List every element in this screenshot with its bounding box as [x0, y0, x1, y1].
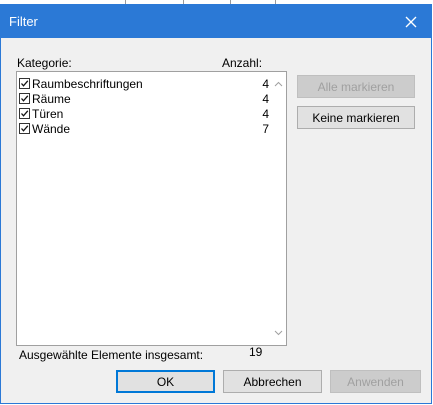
ok-button[interactable]: OK	[116, 370, 215, 393]
scroll-down-button[interactable]	[270, 325, 286, 341]
check-none-button[interactable]: Keine markieren	[297, 106, 415, 129]
cancel-button[interactable]: Abbrechen	[223, 370, 322, 393]
category-list-item[interactable]: Wände 7	[19, 121, 269, 136]
filter-dialog: Filter Kategorie: Anzahl: Raumbeschriftu…	[0, 4, 432, 404]
category-checkbox[interactable]	[19, 108, 30, 119]
count-header: Anzahl:	[222, 56, 263, 70]
category-count: 4	[262, 106, 269, 121]
total-value: 19	[249, 345, 263, 359]
category-list-item[interactable]: Raumbeschriftungen 4	[19, 76, 269, 91]
category-count: 4	[262, 76, 269, 91]
apply-button[interactable]: Anwenden	[330, 370, 421, 393]
category-list[interactable]: Raumbeschriftungen 4 Räume 4 Türen 4 Wände 7	[16, 71, 287, 346]
close-icon	[405, 16, 417, 27]
chevron-down-icon	[274, 330, 282, 336]
category-name: Raumbeschriftungen	[32, 76, 143, 91]
category-checkbox[interactable]	[19, 123, 30, 134]
check-all-button[interactable]: Alle markieren	[297, 75, 415, 98]
category-count: 7	[262, 121, 269, 136]
category-name: Wände	[32, 121, 71, 136]
checkmark-icon	[21, 80, 29, 87]
category-list-item[interactable]: Türen 4	[19, 106, 269, 121]
window-title: Filter	[9, 14, 38, 29]
chevron-up-icon	[274, 81, 282, 87]
scroll-up-button[interactable]	[270, 76, 286, 92]
category-name: Türen	[32, 106, 64, 121]
checkmark-icon	[21, 95, 29, 102]
checkmark-icon	[21, 110, 29, 117]
category-name: Räume	[32, 91, 71, 106]
checkmark-icon	[21, 125, 29, 132]
category-checkbox[interactable]	[19, 78, 30, 89]
title-bar[interactable]: Filter	[1, 5, 431, 38]
close-button[interactable]	[391, 5, 431, 38]
total-label: Ausgewählte Elemente insgesamt:	[19, 348, 204, 362]
list-scrollbar[interactable]	[270, 72, 286, 345]
category-header: Kategorie:	[17, 56, 72, 70]
category-checkbox[interactable]	[19, 93, 30, 104]
category-count: 4	[262, 91, 269, 106]
category-list-item[interactable]: Räume 4	[19, 91, 269, 106]
